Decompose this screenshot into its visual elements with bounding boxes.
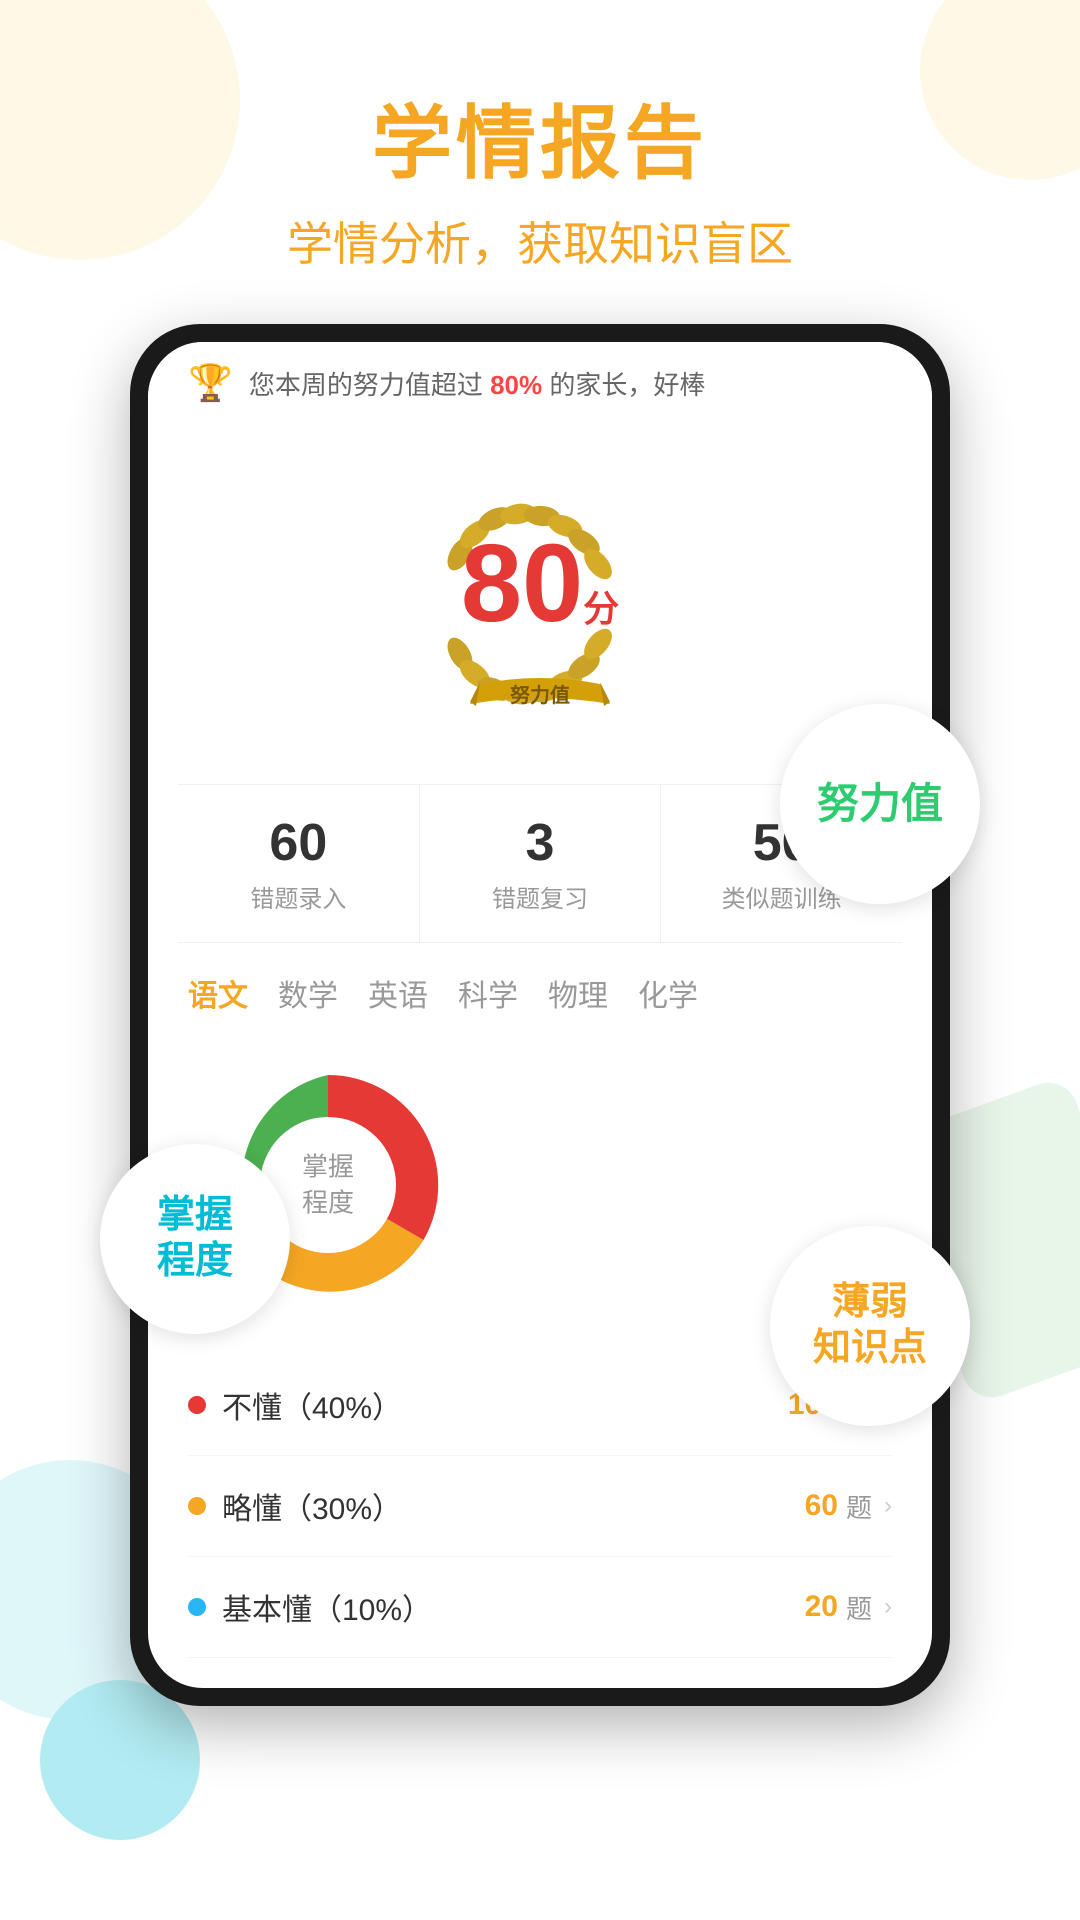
donut-center-text: 掌握程度	[302, 1149, 354, 1222]
stat-label-0: 错题录入	[188, 879, 409, 914]
score-number: 80	[461, 522, 583, 645]
float-badge-nuli-text: 努力值	[817, 779, 943, 829]
header: 学情报告 学情分析，获取知识盲区	[0, 0, 1080, 304]
stat-item-cuoti-ruru: 60 错题录入	[178, 785, 420, 942]
legend-dot-jibendong	[188, 1598, 206, 1616]
stat-label-1: 错题复习	[430, 879, 651, 914]
notification-text: 您本周的努力值超过 80% 的家长，好棒	[249, 365, 706, 402]
legend-arrow-luedong: ›	[884, 1492, 892, 1520]
stat-number-0: 60	[188, 813, 409, 873]
subject-tab-kexue[interactable]: 科学	[458, 971, 518, 1015]
stat-item-cuoti-fuxi: 3 错题复习	[420, 785, 662, 942]
legend-text-jibendong: 基本懂（10%）	[222, 1585, 432, 1629]
legend-left-jibendong: 基本懂（10%）	[188, 1585, 432, 1629]
notification-bar: 🏆 您本周的努力值超过 80% 的家长，好棒	[148, 342, 932, 414]
subject-tab-huaxue[interactable]: 化学	[638, 971, 698, 1015]
phone-screen: 🏆 您本周的努力值超过 80% 的家长，好棒	[148, 342, 932, 1688]
legend-dot-budong	[188, 1396, 206, 1414]
legend-count-jibendong: 20	[805, 1590, 838, 1624]
legend-left-budong: 不懂（40%）	[188, 1383, 402, 1427]
legend-item-jibendon[interactable]: 基本懂（10%） 20 题 ›	[188, 1557, 892, 1658]
float-badge-ruodian: 薄弱知识点	[770, 1226, 970, 1426]
legend-unit-jibendong: 题	[846, 1589, 872, 1626]
legend-arrow-jibendong: ›	[884, 1593, 892, 1621]
subject-tab-yingyu[interactable]: 英语	[368, 971, 428, 1015]
phone-mockup-container: 努力值 掌握程度 薄弱知识点 🏆 您本周的努力值超过 80% 的家长，好棒	[130, 324, 950, 1706]
legend-left-luedong: 略懂（30%）	[188, 1484, 402, 1528]
float-badge-nuli: 努力值	[780, 704, 980, 904]
subject-tab-shuxue[interactable]: 数学	[278, 971, 338, 1015]
float-badge-ruodian-text: 薄弱知识点	[813, 1280, 927, 1371]
legend-text-budong: 不懂（40%）	[222, 1383, 402, 1427]
legend-right-luedong: 60 题 ›	[805, 1488, 892, 1525]
page-subtitle: 学情分析，获取知识盲区	[0, 208, 1080, 274]
legend-unit-luedong: 题	[846, 1488, 872, 1525]
score-unit: 分	[583, 588, 619, 629]
subject-tab-yuwen[interactable]: 语文	[188, 971, 248, 1015]
float-badge-zhangwo-text: 掌握程度	[157, 1193, 233, 1284]
subject-tabs: 语文 数学 英语 科学 物理 化学	[148, 943, 932, 1025]
stat-number-1: 3	[430, 813, 651, 873]
wreath-container: 努力值 80分	[380, 444, 700, 744]
legend-dot-luedong	[188, 1497, 206, 1515]
float-badge-zhangwo: 掌握程度	[100, 1144, 290, 1334]
legend-right-jibendong: 20 题 ›	[805, 1589, 892, 1626]
page-title: 学情报告	[0, 100, 1080, 188]
notification-highlight: 80%	[490, 370, 542, 400]
legend-text-luedong: 略懂（30%）	[222, 1484, 402, 1528]
legend-item-luedong[interactable]: 略懂（30%） 60 题 ›	[188, 1456, 892, 1557]
subject-tab-wuli[interactable]: 物理	[548, 971, 608, 1015]
score-display: 80分	[461, 529, 619, 639]
svg-text:努力值: 努力值	[510, 683, 570, 707]
trophy-icon: 🏆	[188, 362, 233, 404]
legend-count-luedong: 60	[805, 1489, 838, 1523]
phone-frame: 🏆 您本周的努力值超过 80% 的家长，好棒	[130, 324, 950, 1706]
